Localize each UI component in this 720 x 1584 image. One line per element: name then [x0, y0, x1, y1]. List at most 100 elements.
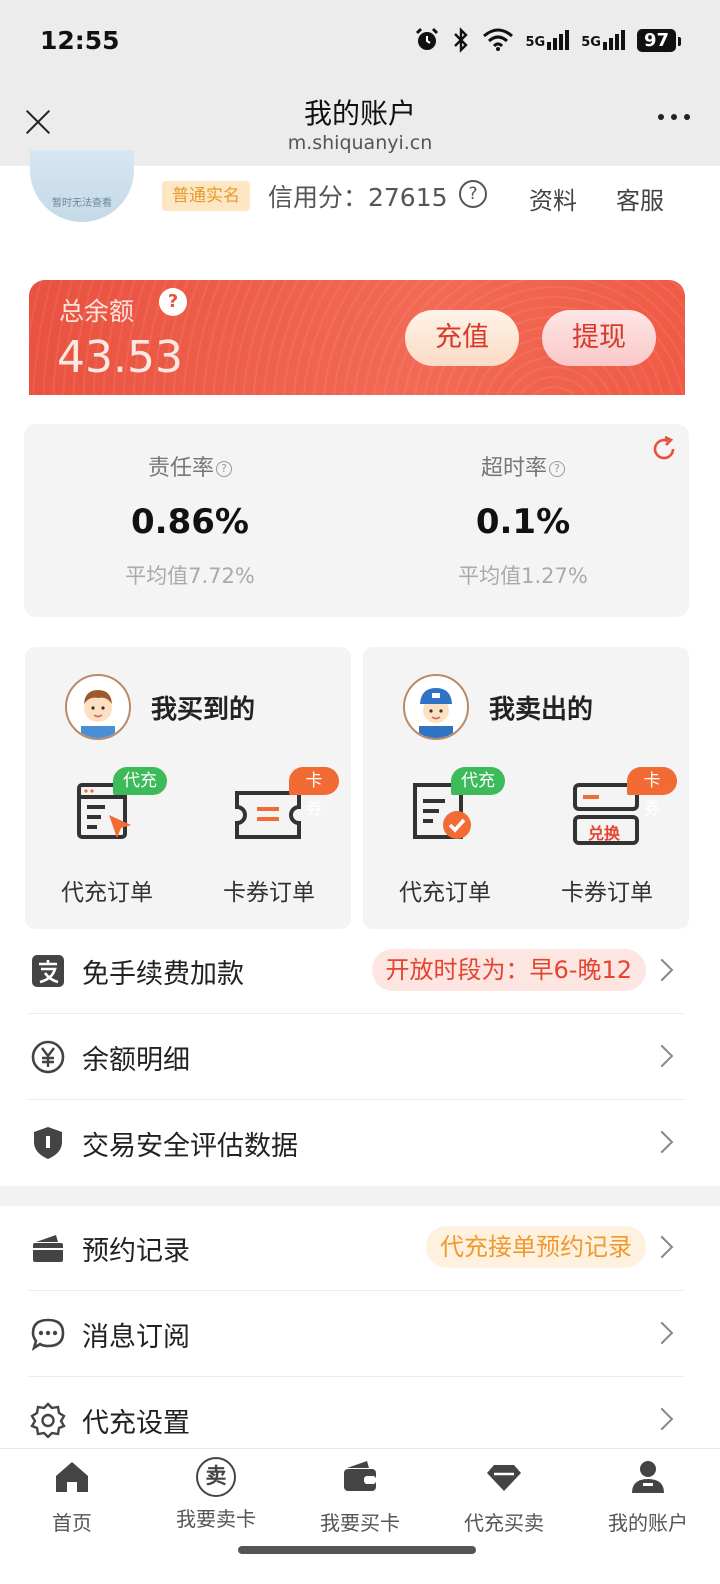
status-bar: 12:55 5G 5G 97: [0, 0, 720, 80]
chevron-right-icon: [650, 958, 674, 982]
order-label: 卡券订单: [561, 880, 653, 906]
profile-link[interactable]: 资料: [529, 181, 577, 216]
nav-recharge-trade[interactable]: 代充买卖: [432, 1449, 576, 1538]
nav-sell-card[interactable]: 卖 我要卖卡: [144, 1449, 288, 1538]
nav-label: 我要卖卡: [176, 1507, 256, 1531]
rate-label: 责任率: [147, 456, 214, 481]
rate-average: 平均值7.72%: [125, 564, 255, 588]
menu-reservation-records[interactable]: 预约记录 代充接单预约记录: [28, 1205, 684, 1291]
recharge-button[interactable]: 充值: [405, 310, 519, 366]
responsibility-rate: 责任率? 0.86% 平均值7.72%: [24, 424, 356, 590]
home-indicator[interactable]: [238, 1546, 476, 1554]
chevron-right-icon: [650, 1235, 674, 1259]
signal-icon: 5G: [526, 30, 570, 50]
menu-label: 交易安全评估数据: [82, 1131, 298, 1162]
menu-label: 余额明细: [82, 1045, 190, 1076]
coupon-tag: 卡券: [627, 767, 677, 819]
menu-balance-detail[interactable]: 余额明细: [28, 1014, 684, 1100]
balance-card: 总余额 ? 43.53 充值 提现: [29, 280, 685, 395]
realname-badge: 普通实名: [162, 181, 250, 211]
diamond-icon: [487, 1465, 521, 1491]
exchange-label: 兑换: [588, 824, 621, 843]
section-divider: [0, 1186, 720, 1206]
menu-label: 消息订阅: [82, 1322, 190, 1353]
avatar[interactable]: 暂时无法查看: [30, 150, 134, 222]
menu-label: 预约记录: [82, 1236, 190, 1267]
customer-service-link[interactable]: 客服: [616, 181, 664, 216]
signal-icon: 5G: [581, 30, 625, 50]
recharge-tag: 代充: [451, 767, 505, 795]
rate-label: 超时率: [480, 456, 547, 481]
sold-coupon-orders[interactable]: 兑换 卡券 卡券订单: [537, 767, 677, 907]
help-icon[interactable]: ?: [159, 288, 187, 316]
chevron-right-icon: [650, 1044, 674, 1068]
bought-orders-card: 我买到的 代充 代充订单 卡券 卡券订单: [25, 647, 351, 929]
credit-score: 信用分：27615: [268, 183, 448, 212]
chevron-right-icon: [650, 1321, 674, 1345]
buyer-avatar-icon: [65, 674, 131, 740]
timeout-rate: 超时率? 0.1% 平均值1.27%: [357, 424, 689, 590]
home-icon: [56, 1462, 88, 1492]
wifi-icon: [482, 28, 513, 51]
battery-icon: 97: [636, 28, 682, 52]
avatar-caption: 暂时无法查看: [52, 198, 112, 209]
nav-buy-card[interactable]: 我要买卡: [288, 1449, 432, 1538]
bought-coupon-orders[interactable]: 卡券 卡券订单: [199, 767, 339, 907]
more-icon[interactable]: [658, 114, 690, 120]
rate-value: 0.1%: [475, 502, 571, 542]
status-icons: 5G 5G 97: [414, 27, 682, 53]
reservation-badge: 代充接单预约记录: [426, 1226, 646, 1268]
withdraw-button[interactable]: 提现: [542, 310, 656, 366]
bluetooth-icon: [453, 27, 468, 53]
rate-average: 平均值1.27%: [458, 564, 588, 588]
nav-my-account[interactable]: 我的账户: [576, 1449, 720, 1538]
recharge-tag: 代充: [113, 767, 167, 795]
balance-amount: 43.53: [57, 332, 183, 383]
page-title: 我的账户: [303, 97, 416, 130]
coupon-order-icon: [235, 791, 301, 839]
menu-security-data[interactable]: 交易安全评估数据: [28, 1100, 684, 1186]
help-icon[interactable]: ?: [549, 461, 565, 477]
nav-label: 首页: [52, 1511, 92, 1535]
chevron-right-icon: [650, 1130, 674, 1154]
sold-orders-card: 我卖出的 代充 代充订单 兑换 卡券 卡券订单: [363, 647, 689, 929]
coupon-tag: 卡券: [289, 767, 339, 819]
nav-label: 我要买卡: [320, 1511, 400, 1535]
rate-card: 责任率? 0.86% 平均值7.72% 超时率? 0.1% 平均值1.27%: [24, 424, 689, 617]
chat-icon: [31, 1318, 65, 1352]
help-icon[interactable]: ?: [216, 461, 232, 477]
seller-avatar-icon: [403, 674, 469, 740]
nav-home[interactable]: 首页: [0, 1449, 144, 1538]
sell-icon-glyph: 卖: [205, 1464, 227, 1488]
gear-icon: [30, 1402, 66, 1438]
yen-icon: [31, 1040, 65, 1074]
open-hours-badge: 开放时段为：早6-晚12: [371, 949, 646, 991]
sell-icon: 卖: [196, 1457, 236, 1497]
status-time: 12:55: [40, 25, 120, 55]
sold-recharge-orders[interactable]: 代充 代充订单: [375, 767, 515, 907]
bought-title: 我买到的: [151, 695, 256, 725]
balance-label: 总余额: [59, 297, 135, 326]
wallet-icon: [344, 1461, 376, 1491]
nav-label: 代充买卖: [464, 1511, 544, 1535]
menu-label: 免手续费加款: [82, 959, 244, 990]
wallet-icon: [33, 1235, 63, 1262]
nav-label: 我的账户: [608, 1511, 688, 1535]
bottom-nav: 首页 卖 我要卖卡 我要买卡 代充买卖 我的账户: [0, 1448, 720, 1538]
alipay-icon: [32, 955, 64, 987]
user-icon: [632, 1461, 664, 1493]
order-label: 卡券订单: [223, 880, 315, 906]
chevron-right-icon: [650, 1407, 674, 1431]
bought-recharge-orders[interactable]: 代充 代充订单: [37, 767, 177, 907]
refresh-icon[interactable]: [649, 434, 679, 464]
shield-icon: [34, 1127, 62, 1159]
menu-message-subscription[interactable]: 消息订阅: [28, 1291, 684, 1377]
order-label: 代充订单: [61, 880, 153, 906]
alarm-icon: [415, 27, 438, 50]
menu-fee-free-deposit[interactable]: 免手续费加款 开放时段为：早6-晚12: [28, 928, 684, 1014]
rate-value: 0.86%: [131, 502, 249, 542]
order-label: 代充订单: [399, 880, 491, 906]
help-icon[interactable]: ?: [459, 180, 487, 208]
sold-title: 我卖出的: [489, 695, 594, 725]
menu-label: 代充设置: [82, 1408, 190, 1439]
